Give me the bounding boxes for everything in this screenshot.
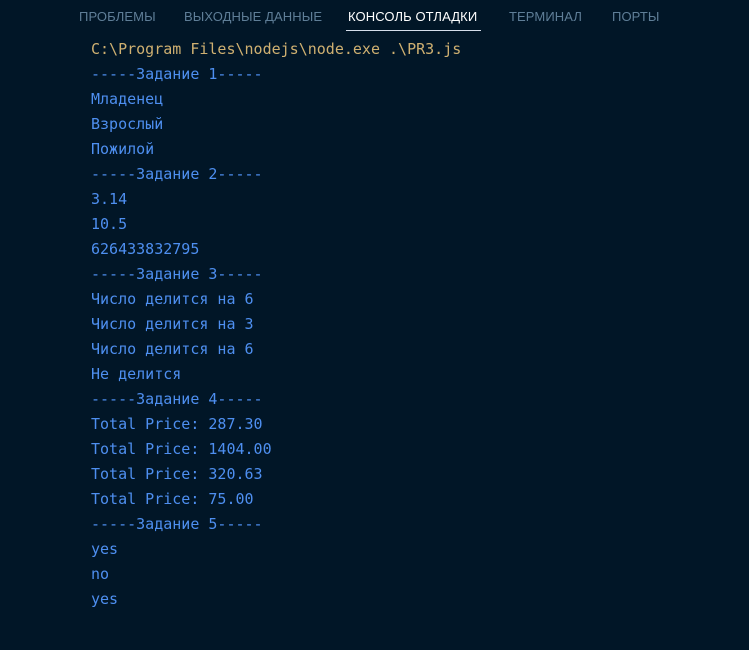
console-line: -----Задание 2----- [91,165,263,183]
console-line: Взрослый [91,115,164,133]
console-line: -----Задание 3----- [91,265,263,283]
console-line: Total Price: 287.30 [91,415,263,433]
console-line: Число делится на 6 [91,340,254,358]
console-line: Total Price: 75.00 [91,490,254,508]
console-line: yes [91,590,119,608]
console-line: -----Задание 1----- [91,65,263,83]
tab-debug-console[interactable]: КОНСОЛЬ ОТЛАДКИ [348,9,477,25]
console-line: no [91,565,110,583]
console-line: Число делится на 6 [91,290,254,308]
tab-ports[interactable]: ПОРТЫ [612,9,660,25]
console-line: 10.5 [91,215,128,233]
console-line: Пожилой [91,140,155,158]
console-line: -----Задание 5----- [91,515,263,533]
active-tab-indicator [346,30,481,31]
console-line: Total Price: 1404.00 [91,440,272,458]
console-line: Число делится на 3 [91,315,254,333]
console-line: 626433832795 [91,240,200,258]
console-line: Не делится [91,365,182,383]
console-line: 3.14 [91,190,128,208]
console-command-line: C:\Program Files\nodejs\node.exe .\PR3.j… [91,40,462,58]
console-output[interactable]: C:\Program Files\nodejs\node.exe .\PR3.j… [91,37,731,612]
tab-output[interactable]: ВЫХОДНЫЕ ДАННЫЕ [184,9,322,25]
tab-terminal[interactable]: ТЕРМИНАЛ [509,9,582,25]
console-line: Младенец [91,90,164,108]
tab-problems[interactable]: ПРОБЛЕМЫ [79,9,156,25]
console-line: yes [91,540,119,558]
console-line: Total Price: 320.63 [91,465,263,483]
debug-console-panel: ПРОБЛЕМЫ ВЫХОДНЫЕ ДАННЫЕ КОНСОЛЬ ОТЛАДКИ… [0,0,749,650]
panel-tab-bar: ПРОБЛЕМЫ ВЫХОДНЫЕ ДАННЫЕ КОНСОЛЬ ОТЛАДКИ… [0,0,749,34]
console-line: -----Задание 4----- [91,390,263,408]
